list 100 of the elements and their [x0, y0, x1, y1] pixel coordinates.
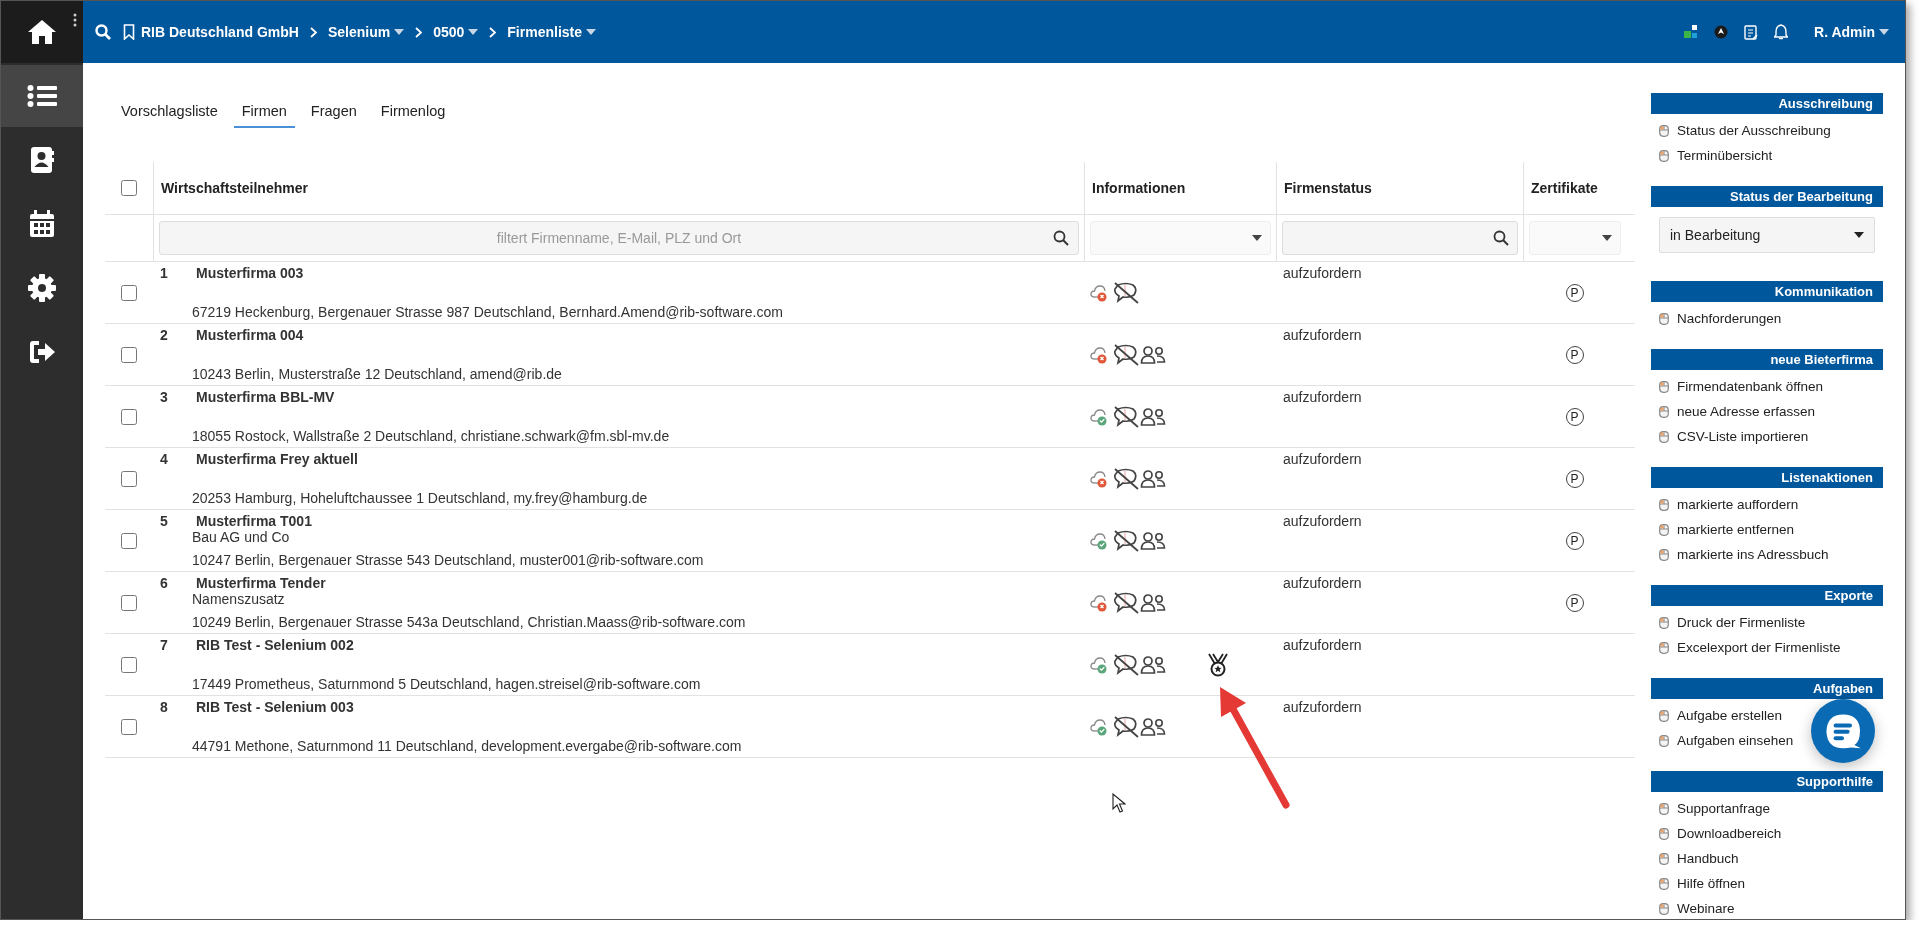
- panel-link[interactable]: Nachforderungen: [1651, 306, 1786, 331]
- name-suffix: Namenszusatz: [192, 591, 286, 607]
- mouse-icon: [1659, 548, 1669, 561]
- section-header: Ausschreibung: [1651, 93, 1883, 114]
- apps-icon[interactable]: [1684, 25, 1699, 39]
- row-checkbox[interactable]: [121, 284, 137, 301]
- row-checkbox[interactable]: [121, 532, 137, 549]
- breadcrumb-link[interactable]: Selenium: [327, 24, 405, 40]
- bell-icon[interactable]: [1774, 24, 1789, 40]
- section-header: Supporthilfe: [1651, 771, 1883, 792]
- company-name: RIB Test - Selenium 003: [196, 699, 355, 715]
- section-header: Kommunikation: [1651, 281, 1883, 302]
- status-text: aufzufordern: [1283, 389, 1362, 405]
- company-address: 44791 Methone, Saturnmond 11 Deutschland, development.evergabe@rib-software.com: [192, 738, 743, 754]
- home-icon[interactable]: [27, 19, 57, 45]
- more-icon[interactable]: [73, 13, 77, 27]
- caret-icon: [1252, 235, 1262, 241]
- user-menu[interactable]: R. Admin: [1814, 24, 1889, 40]
- status-dropdown[interactable]: in Bearbeitung: [1659, 217, 1875, 253]
- company-name: RIB Test - Selenium 002: [196, 637, 355, 653]
- no-chat-icon: [1113, 281, 1139, 304]
- panel-link[interactable]: Handbuch: [1651, 846, 1743, 871]
- no-chat-icon: [1113, 529, 1139, 552]
- calendar-icon[interactable]: [29, 210, 55, 238]
- mouse-icon: [1659, 149, 1669, 162]
- chevron-right-icon: [489, 26, 497, 38]
- panel-link[interactable]: markierte auffordern: [1651, 492, 1803, 517]
- panel-link[interactable]: Hilfe öffnen: [1651, 871, 1750, 896]
- navigation-icon[interactable]: [1714, 25, 1729, 39]
- caret-icon: [1879, 29, 1889, 35]
- nav-item[interactable]: [1, 65, 83, 127]
- column-header: Zertifikate: [1530, 180, 1598, 196]
- no-chat-icon: [1113, 467, 1139, 490]
- no-chat-icon: [1113, 343, 1139, 366]
- row-checkbox[interactable]: [121, 656, 137, 673]
- panel-link[interactable]: Excelexport der Firmenliste: [1651, 635, 1845, 660]
- row-checkbox[interactable]: [121, 470, 137, 487]
- panel-link[interactable]: Status der Ausschreibung: [1651, 118, 1835, 143]
- list-icon[interactable]: [27, 84, 57, 108]
- clipboard-icon[interactable]: [1744, 24, 1759, 40]
- company-name: Musterfirma BBL-MV: [196, 389, 336, 405]
- panel-link[interactable]: neue Adresse erfassen: [1651, 399, 1820, 424]
- contact-book-icon[interactable]: [30, 146, 54, 174]
- panel-link[interactable]: Aufgaben einsehen: [1651, 728, 1798, 753]
- panel-link[interactable]: Webinare: [1651, 896, 1739, 919]
- section-header: Listenaktionen: [1651, 467, 1883, 488]
- mouse-icon: [1659, 523, 1669, 536]
- mouse-icon: [1659, 641, 1669, 654]
- panel-link[interactable]: Druck der Firmenliste: [1651, 610, 1810, 635]
- tab[interactable]: Fragen: [302, 97, 365, 128]
- breadcrumb-link[interactable]: Firmenliste: [507, 24, 596, 40]
- row-checkbox[interactable]: [121, 594, 137, 611]
- mouse-icon: [1659, 852, 1669, 865]
- caret-icon: [1602, 235, 1612, 241]
- panel-link[interactable]: CSV-Liste importieren: [1651, 424, 1813, 449]
- mouse-cursor-icon: [1112, 793, 1126, 813]
- row-checkbox[interactable]: [121, 718, 137, 735]
- tab[interactable]: Firmenlog: [372, 97, 454, 128]
- company-name: Musterfirma 004: [196, 327, 305, 343]
- no-chat-icon: [1113, 591, 1139, 614]
- no-chat-icon: [1113, 405, 1139, 428]
- company-address: 18055 Rostock, Wallstraße 2 Deutschland, christiane.schwark@fm.sbl-mv.de: [192, 428, 671, 444]
- mouse-icon: [1659, 734, 1669, 747]
- bookmark-icon[interactable]: [123, 24, 135, 40]
- name-suffix: Bau AG und Co: [192, 529, 291, 545]
- select-all-checkbox[interactable]: [121, 180, 137, 196]
- company-address: 67219 Heckenburg, Bergenauer Strasse 987 Deutschland, Bernhard.Amend@rib-software.com: [192, 304, 784, 320]
- panel-link[interactable]: Aufgabe erstellen: [1651, 703, 1787, 728]
- mouse-icon: [1659, 902, 1669, 915]
- no-chat-icon: [1113, 653, 1139, 676]
- column-header: Wirtschaftsteilnehmer: [160, 180, 308, 196]
- breadcrumb-link[interactable]: RIB Deutschland GmbH: [141, 24, 299, 40]
- mouse-icon: [1659, 709, 1669, 722]
- panel-link[interactable]: markierte entfernen: [1651, 517, 1799, 542]
- panel-link[interactable]: Downloadbereich: [1651, 821, 1786, 846]
- filter-field[interactable]: [1282, 221, 1518, 255]
- panel-link[interactable]: Terminübersicht: [1651, 143, 1777, 168]
- mouse-icon: [1659, 312, 1669, 325]
- mouse-icon: [1659, 616, 1669, 629]
- logout-icon[interactable]: [28, 340, 56, 364]
- filter-field[interactable]: filtert Firmenname, E-Mail, PLZ und Ort: [159, 221, 1079, 255]
- column-header: Firmenstatus: [1283, 180, 1372, 196]
- status-text: aufzufordern: [1283, 327, 1362, 343]
- no-chat-icon: [1113, 715, 1139, 738]
- panel-link[interactable]: markierte ins Adressbuch: [1651, 542, 1833, 567]
- tab[interactable]: Vorschlagsliste: [113, 97, 226, 128]
- chat-button[interactable]: [1811, 699, 1875, 763]
- nav-item[interactable]: [1, 1, 83, 63]
- section-header: Exporte: [1651, 585, 1883, 606]
- company-address: 10247 Berlin, Bergenauer Strasse 543 Deutschland, muster001@rib-software.com: [192, 552, 705, 568]
- panel-link[interactable]: Firmendatenbank öffnen: [1651, 374, 1828, 399]
- section-header: Aufgaben: [1651, 678, 1883, 699]
- panel-link[interactable]: Supportanfrage: [1651, 796, 1775, 821]
- row-checkbox[interactable]: [121, 408, 137, 425]
- settings-icon[interactable]: [28, 274, 56, 302]
- row-checkbox[interactable]: [121, 346, 137, 363]
- search-icon[interactable]: [95, 24, 111, 40]
- breadcrumb-link[interactable]: 0500: [433, 24, 479, 40]
- tab[interactable]: Firmen: [233, 97, 295, 128]
- company-address: 10243 Berlin, Musterstraße 12 Deutschland, amend@rib.de: [192, 366, 563, 382]
